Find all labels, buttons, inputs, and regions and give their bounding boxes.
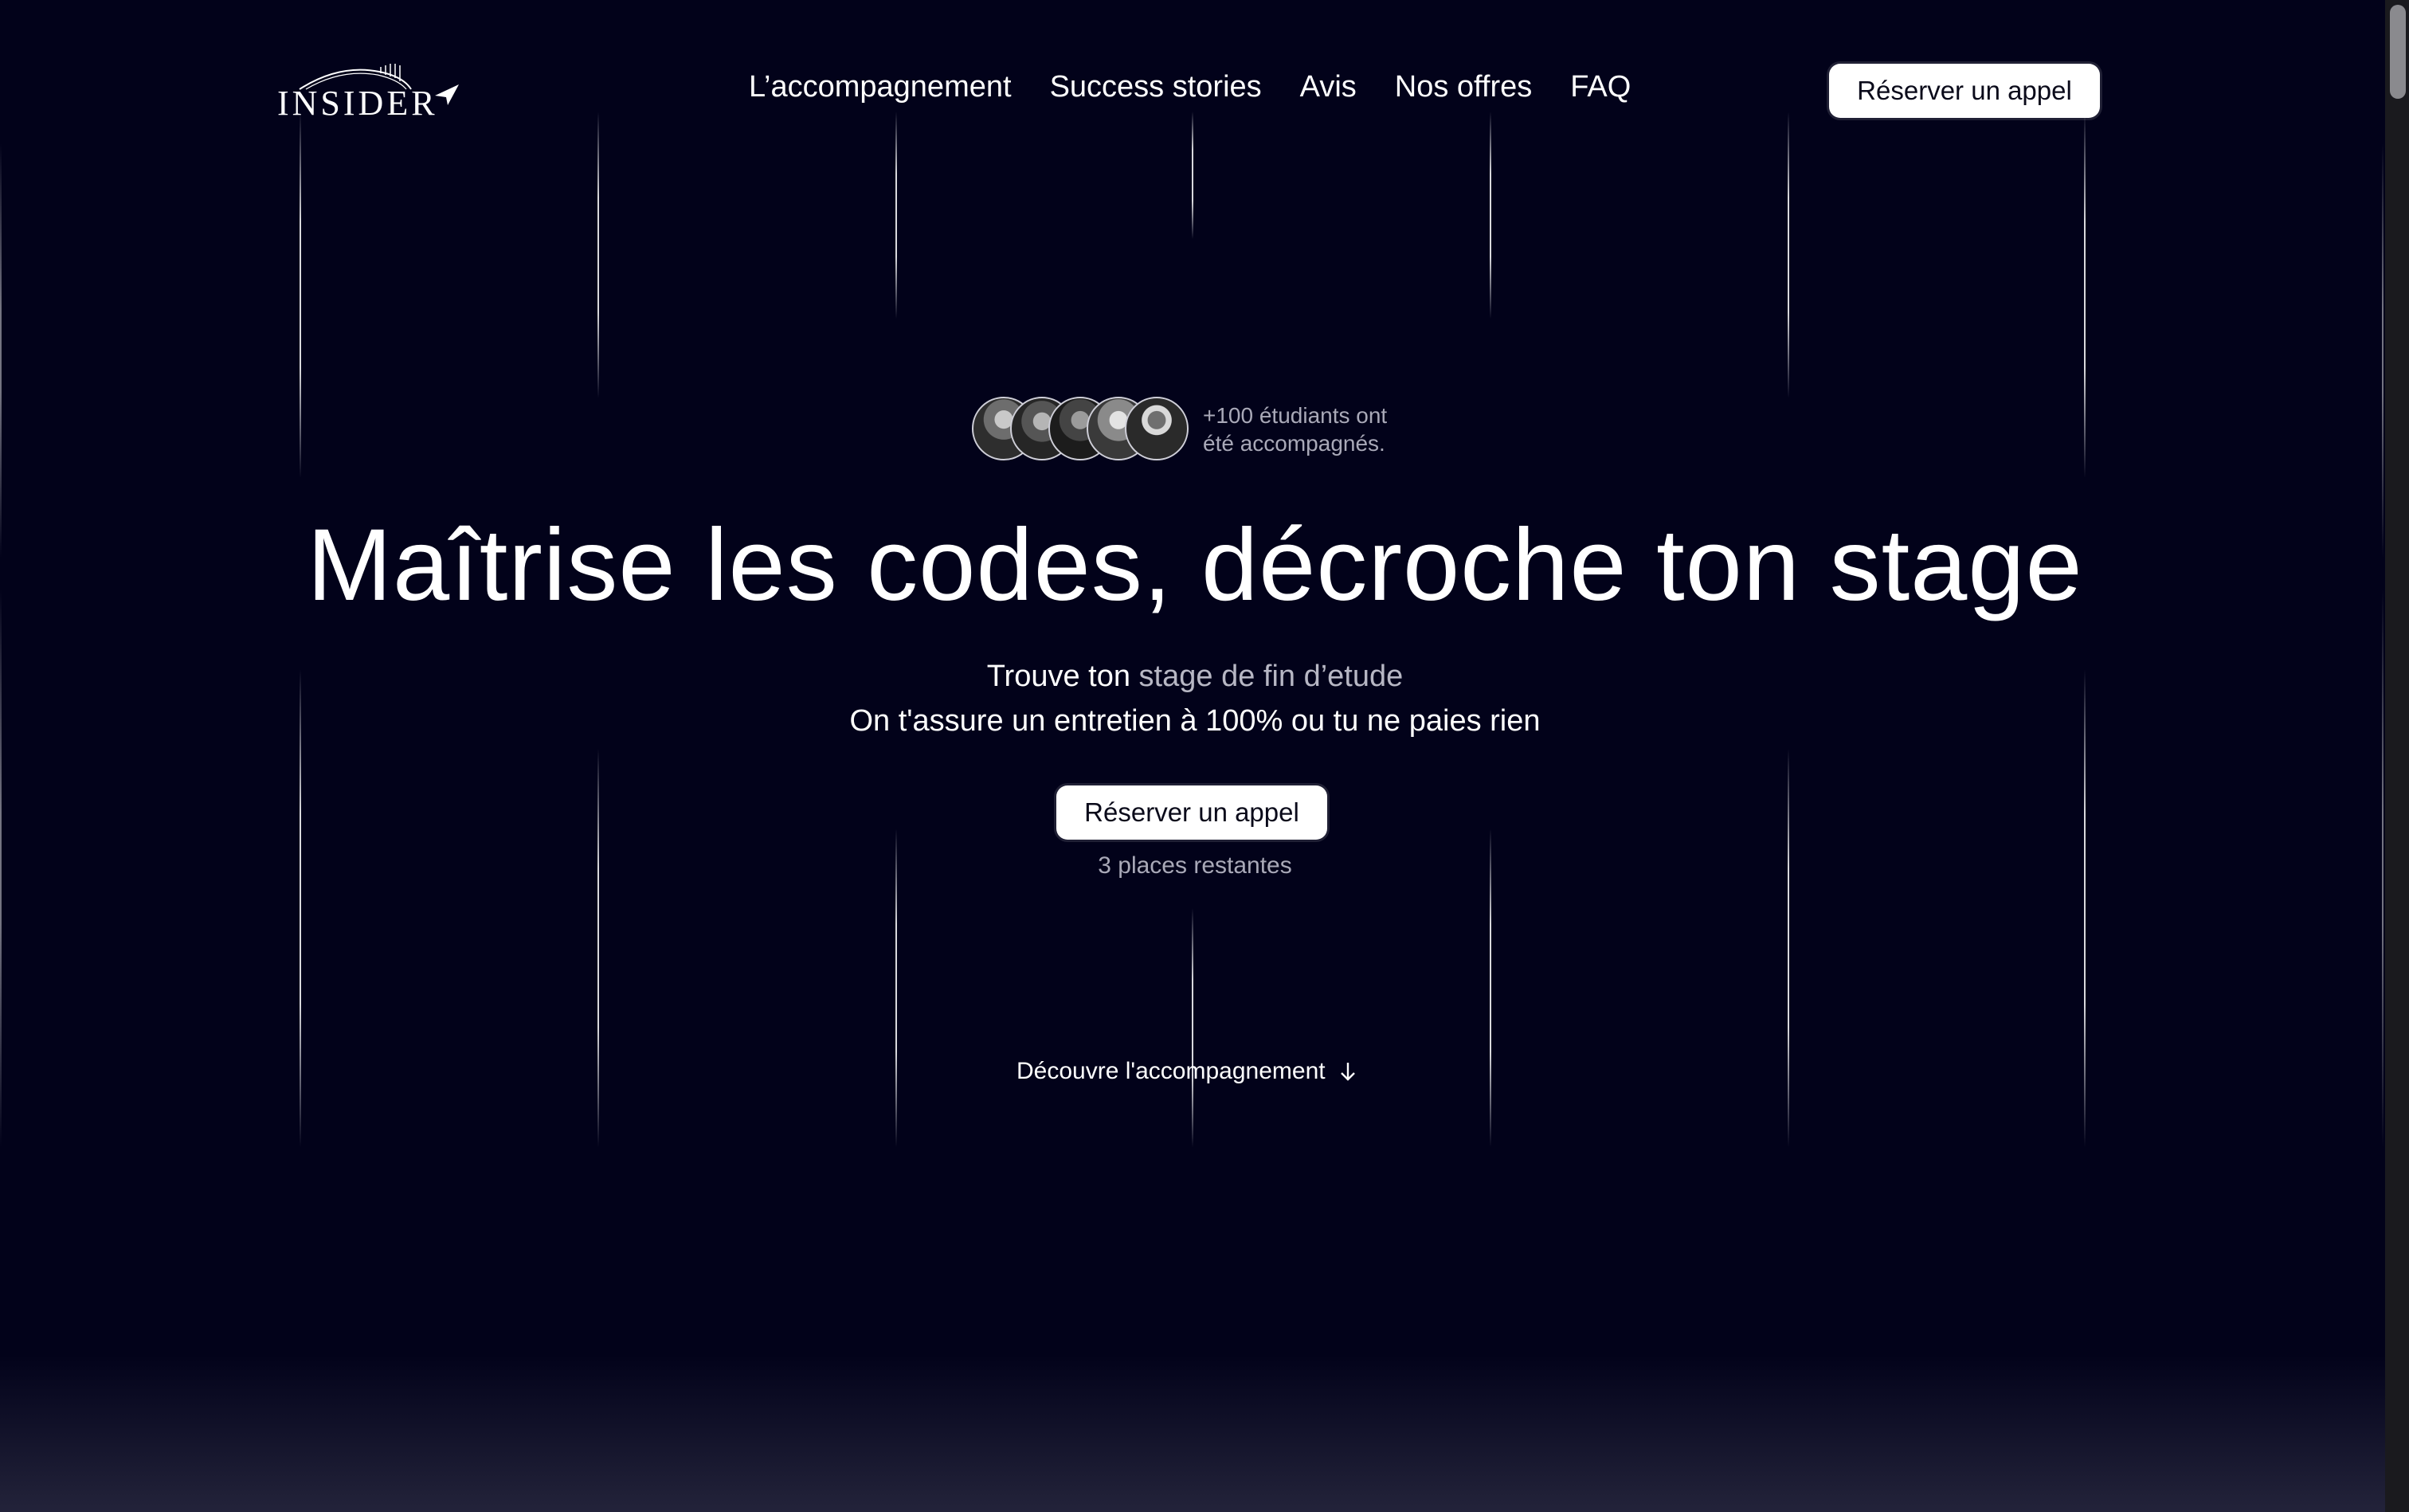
nav-item-accompagnement[interactable]: L’accompagnement [749, 70, 1012, 104]
scrollbar[interactable] [2385, 0, 2409, 1512]
hero-subtitle-prefix: Trouve ton [986, 660, 1130, 693]
hero-guarantee: On t'assure un entretien à 100% ou tu ne… [849, 704, 1541, 738]
decorative-line [597, 749, 599, 1147]
social-proof-text: +100 étudiants ont été accompagnés. [1203, 402, 1458, 457]
nav-item-nos-offres[interactable]: Nos offres [1395, 70, 1532, 104]
decorative-line [895, 112, 897, 319]
student-avatars [972, 397, 1189, 464]
decorative-line [2382, 143, 2384, 558]
decorative-line [1788, 749, 1789, 1147]
decorative-line [1192, 112, 1193, 239]
hero-subtitle-highlight: stage de fin d’etude [1138, 660, 1404, 693]
hero-book-call-button[interactable]: Réserver un appel [1056, 785, 1327, 840]
decorative-line [1788, 112, 1789, 398]
nav-item-success-stories[interactable]: Success stories [1050, 70, 1262, 104]
logo-text: INSIDER [277, 84, 438, 123]
decorative-line [300, 669, 301, 1147]
avatar [1125, 397, 1189, 460]
decorative-line [2084, 669, 2086, 1147]
logo-link[interactable]: INSIDER [277, 61, 460, 124]
scrollbar-thumb[interactable] [2390, 5, 2406, 99]
nav-item-faq[interactable]: FAQ [1570, 70, 1631, 104]
decorative-line [2084, 112, 2086, 478]
decorative-line [0, 143, 2, 558]
discover-link[interactable]: Découvre l'accompagnement [1016, 1058, 1357, 1085]
main-nav: L’accompagnement Success stories Avis No… [749, 70, 1631, 104]
social-proof-line: été accompagnés. [1203, 431, 1385, 456]
nav-item-avis[interactable]: Avis [1300, 70, 1357, 104]
header-book-call-button[interactable]: Réserver un appel [1829, 64, 2100, 118]
hero-subtitle: Trouve ton stage de fin d’etude [0, 660, 2390, 694]
paper-plane-icon [435, 84, 459, 105]
arrow-down-icon [1340, 1063, 1355, 1081]
social-proof-line: +100 étudiants ont [1203, 403, 1388, 428]
landing-page: INSIDER L’accompagnement Success stories… [0, 0, 2409, 1512]
decorative-line [597, 112, 599, 398]
remaining-places: 3 places restantes [1098, 852, 1292, 879]
discover-label: Découvre l'accompagnement [1016, 1058, 1326, 1084]
decorative-line [1192, 908, 1193, 1147]
decorative-line [1490, 112, 1491, 319]
hero-title: Maîtrise les codes, décroche ton stage [307, 508, 2083, 622]
decorative-line [300, 112, 301, 478]
